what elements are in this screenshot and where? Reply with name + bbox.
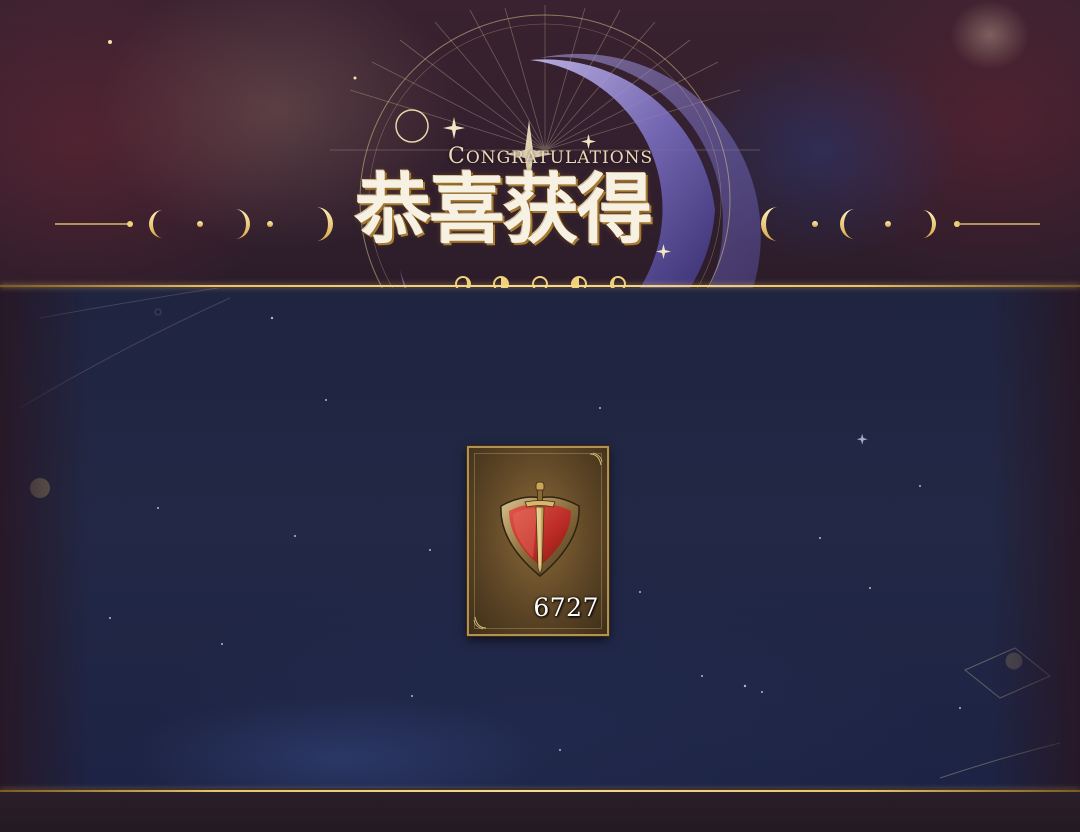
reward-screen[interactable]: CONGRATULATIONS 恭喜获得 6727 [0, 0, 1080, 832]
panel-edge-right [990, 288, 1080, 788]
card-corner-ornament [589, 452, 603, 466]
bottom-strip [0, 792, 1080, 832]
card-corner-ornament [473, 616, 487, 630]
banner-divider-line [0, 285, 1080, 287]
panel-edge-left [0, 288, 90, 788]
congratulations-banner: CONGRATULATIONS 恭喜获得 [0, 0, 1080, 288]
shield-sword-icon [500, 481, 580, 577]
reward-item-card[interactable]: 6727 [467, 446, 609, 636]
item-count: 6727 [533, 593, 599, 622]
banner-title: 恭喜获得 [355, 165, 653, 254]
